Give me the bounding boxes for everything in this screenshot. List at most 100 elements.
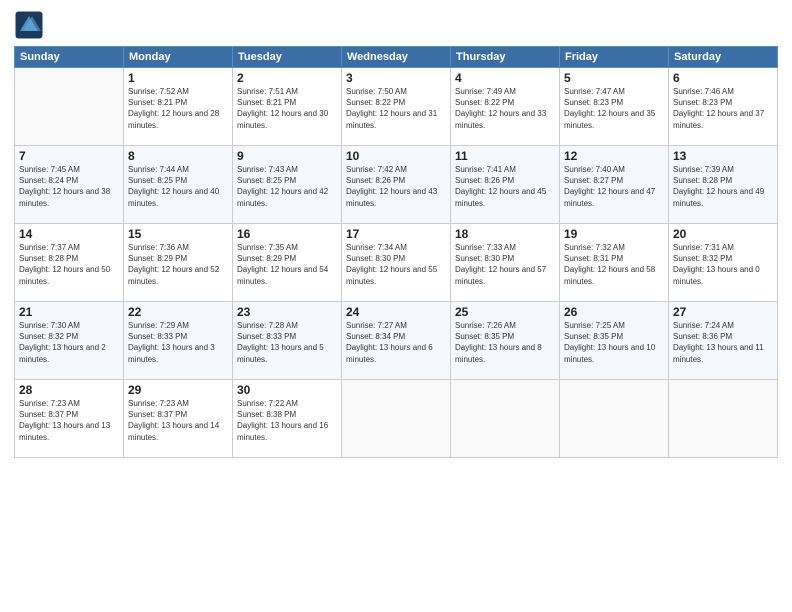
day-info: Sunrise: 7:35 AMSunset: 8:29 PMDaylight:… xyxy=(237,242,337,287)
day-info: Sunrise: 7:45 AMSunset: 8:24 PMDaylight:… xyxy=(19,164,119,209)
day-info: Sunrise: 7:29 AMSunset: 8:33 PMDaylight:… xyxy=(128,320,228,365)
day-info: Sunrise: 7:43 AMSunset: 8:25 PMDaylight:… xyxy=(237,164,337,209)
day-number: 10 xyxy=(346,149,446,163)
calendar-cell: 8Sunrise: 7:44 AMSunset: 8:25 PMDaylight… xyxy=(124,146,233,224)
day-number: 22 xyxy=(128,305,228,319)
calendar-table: SundayMondayTuesdayWednesdayThursdayFrid… xyxy=(14,46,778,458)
weekday-header: Sunday xyxy=(15,47,124,68)
day-number: 15 xyxy=(128,227,228,241)
day-info: Sunrise: 7:30 AMSunset: 8:32 PMDaylight:… xyxy=(19,320,119,365)
calendar-cell: 14Sunrise: 7:37 AMSunset: 8:28 PMDayligh… xyxy=(15,224,124,302)
calendar-cell: 16Sunrise: 7:35 AMSunset: 8:29 PMDayligh… xyxy=(233,224,342,302)
calendar-cell xyxy=(15,68,124,146)
calendar-cell xyxy=(560,380,669,458)
calendar-cell: 3Sunrise: 7:50 AMSunset: 8:22 PMDaylight… xyxy=(342,68,451,146)
day-number: 14 xyxy=(19,227,119,241)
day-number: 11 xyxy=(455,149,555,163)
day-info: Sunrise: 7:50 AMSunset: 8:22 PMDaylight:… xyxy=(346,86,446,131)
day-info: Sunrise: 7:23 AMSunset: 8:37 PMDaylight:… xyxy=(128,398,228,443)
weekday-header: Thursday xyxy=(451,47,560,68)
calendar-cell: 28Sunrise: 7:23 AMSunset: 8:37 PMDayligh… xyxy=(15,380,124,458)
day-info: Sunrise: 7:37 AMSunset: 8:28 PMDaylight:… xyxy=(19,242,119,287)
calendar-cell: 27Sunrise: 7:24 AMSunset: 8:36 PMDayligh… xyxy=(669,302,778,380)
day-number: 6 xyxy=(673,71,773,85)
calendar-week-row: 14Sunrise: 7:37 AMSunset: 8:28 PMDayligh… xyxy=(15,224,778,302)
day-info: Sunrise: 7:46 AMSunset: 8:23 PMDaylight:… xyxy=(673,86,773,131)
calendar-cell: 11Sunrise: 7:41 AMSunset: 8:26 PMDayligh… xyxy=(451,146,560,224)
day-number: 28 xyxy=(19,383,119,397)
day-info: Sunrise: 7:42 AMSunset: 8:26 PMDaylight:… xyxy=(346,164,446,209)
day-number: 19 xyxy=(564,227,664,241)
page-container: SundayMondayTuesdayWednesdayThursdayFrid… xyxy=(0,0,792,468)
calendar-cell: 25Sunrise: 7:26 AMSunset: 8:35 PMDayligh… xyxy=(451,302,560,380)
weekday-header: Wednesday xyxy=(342,47,451,68)
calendar-cell xyxy=(669,380,778,458)
calendar-cell: 20Sunrise: 7:31 AMSunset: 8:32 PMDayligh… xyxy=(669,224,778,302)
calendar-cell xyxy=(342,380,451,458)
day-number: 8 xyxy=(128,149,228,163)
day-number: 26 xyxy=(564,305,664,319)
day-number: 13 xyxy=(673,149,773,163)
day-number: 21 xyxy=(19,305,119,319)
day-number: 30 xyxy=(237,383,337,397)
calendar-week-row: 28Sunrise: 7:23 AMSunset: 8:37 PMDayligh… xyxy=(15,380,778,458)
weekday-header: Saturday xyxy=(669,47,778,68)
day-info: Sunrise: 7:23 AMSunset: 8:37 PMDaylight:… xyxy=(19,398,119,443)
calendar-week-row: 21Sunrise: 7:30 AMSunset: 8:32 PMDayligh… xyxy=(15,302,778,380)
calendar-cell: 10Sunrise: 7:42 AMSunset: 8:26 PMDayligh… xyxy=(342,146,451,224)
calendar-cell: 9Sunrise: 7:43 AMSunset: 8:25 PMDaylight… xyxy=(233,146,342,224)
calendar-cell: 5Sunrise: 7:47 AMSunset: 8:23 PMDaylight… xyxy=(560,68,669,146)
weekday-header: Tuesday xyxy=(233,47,342,68)
calendar-cell: 7Sunrise: 7:45 AMSunset: 8:24 PMDaylight… xyxy=(15,146,124,224)
calendar-cell: 23Sunrise: 7:28 AMSunset: 8:33 PMDayligh… xyxy=(233,302,342,380)
day-info: Sunrise: 7:34 AMSunset: 8:30 PMDaylight:… xyxy=(346,242,446,287)
calendar-cell: 15Sunrise: 7:36 AMSunset: 8:29 PMDayligh… xyxy=(124,224,233,302)
day-info: Sunrise: 7:31 AMSunset: 8:32 PMDaylight:… xyxy=(673,242,773,287)
day-number: 25 xyxy=(455,305,555,319)
day-info: Sunrise: 7:33 AMSunset: 8:30 PMDaylight:… xyxy=(455,242,555,287)
header xyxy=(14,10,778,40)
day-number: 23 xyxy=(237,305,337,319)
weekday-header: Monday xyxy=(124,47,233,68)
day-number: 18 xyxy=(455,227,555,241)
day-number: 7 xyxy=(19,149,119,163)
calendar-cell: 1Sunrise: 7:52 AMSunset: 8:21 PMDaylight… xyxy=(124,68,233,146)
calendar-cell: 2Sunrise: 7:51 AMSunset: 8:21 PMDaylight… xyxy=(233,68,342,146)
day-info: Sunrise: 7:28 AMSunset: 8:33 PMDaylight:… xyxy=(237,320,337,365)
calendar-cell: 24Sunrise: 7:27 AMSunset: 8:34 PMDayligh… xyxy=(342,302,451,380)
day-number: 17 xyxy=(346,227,446,241)
header-row: SundayMondayTuesdayWednesdayThursdayFrid… xyxy=(15,47,778,68)
calendar-cell: 4Sunrise: 7:49 AMSunset: 8:22 PMDaylight… xyxy=(451,68,560,146)
day-info: Sunrise: 7:27 AMSunset: 8:34 PMDaylight:… xyxy=(346,320,446,365)
day-number: 1 xyxy=(128,71,228,85)
logo-icon xyxy=(14,10,44,40)
day-info: Sunrise: 7:52 AMSunset: 8:21 PMDaylight:… xyxy=(128,86,228,131)
day-info: Sunrise: 7:40 AMSunset: 8:27 PMDaylight:… xyxy=(564,164,664,209)
calendar-week-row: 1Sunrise: 7:52 AMSunset: 8:21 PMDaylight… xyxy=(15,68,778,146)
day-number: 12 xyxy=(564,149,664,163)
calendar-cell: 12Sunrise: 7:40 AMSunset: 8:27 PMDayligh… xyxy=(560,146,669,224)
day-number: 16 xyxy=(237,227,337,241)
day-info: Sunrise: 7:32 AMSunset: 8:31 PMDaylight:… xyxy=(564,242,664,287)
day-number: 2 xyxy=(237,71,337,85)
calendar-cell: 19Sunrise: 7:32 AMSunset: 8:31 PMDayligh… xyxy=(560,224,669,302)
calendar-cell: 30Sunrise: 7:22 AMSunset: 8:38 PMDayligh… xyxy=(233,380,342,458)
calendar-cell: 17Sunrise: 7:34 AMSunset: 8:30 PMDayligh… xyxy=(342,224,451,302)
logo xyxy=(14,10,48,40)
day-number: 9 xyxy=(237,149,337,163)
day-number: 27 xyxy=(673,305,773,319)
day-number: 29 xyxy=(128,383,228,397)
day-info: Sunrise: 7:41 AMSunset: 8:26 PMDaylight:… xyxy=(455,164,555,209)
calendar-cell: 22Sunrise: 7:29 AMSunset: 8:33 PMDayligh… xyxy=(124,302,233,380)
calendar-cell: 29Sunrise: 7:23 AMSunset: 8:37 PMDayligh… xyxy=(124,380,233,458)
day-info: Sunrise: 7:26 AMSunset: 8:35 PMDaylight:… xyxy=(455,320,555,365)
day-info: Sunrise: 7:51 AMSunset: 8:21 PMDaylight:… xyxy=(237,86,337,131)
day-info: Sunrise: 7:24 AMSunset: 8:36 PMDaylight:… xyxy=(673,320,773,365)
calendar-cell: 6Sunrise: 7:46 AMSunset: 8:23 PMDaylight… xyxy=(669,68,778,146)
day-number: 4 xyxy=(455,71,555,85)
day-info: Sunrise: 7:22 AMSunset: 8:38 PMDaylight:… xyxy=(237,398,337,443)
day-info: Sunrise: 7:39 AMSunset: 8:28 PMDaylight:… xyxy=(673,164,773,209)
day-number: 3 xyxy=(346,71,446,85)
day-info: Sunrise: 7:36 AMSunset: 8:29 PMDaylight:… xyxy=(128,242,228,287)
day-info: Sunrise: 7:49 AMSunset: 8:22 PMDaylight:… xyxy=(455,86,555,131)
